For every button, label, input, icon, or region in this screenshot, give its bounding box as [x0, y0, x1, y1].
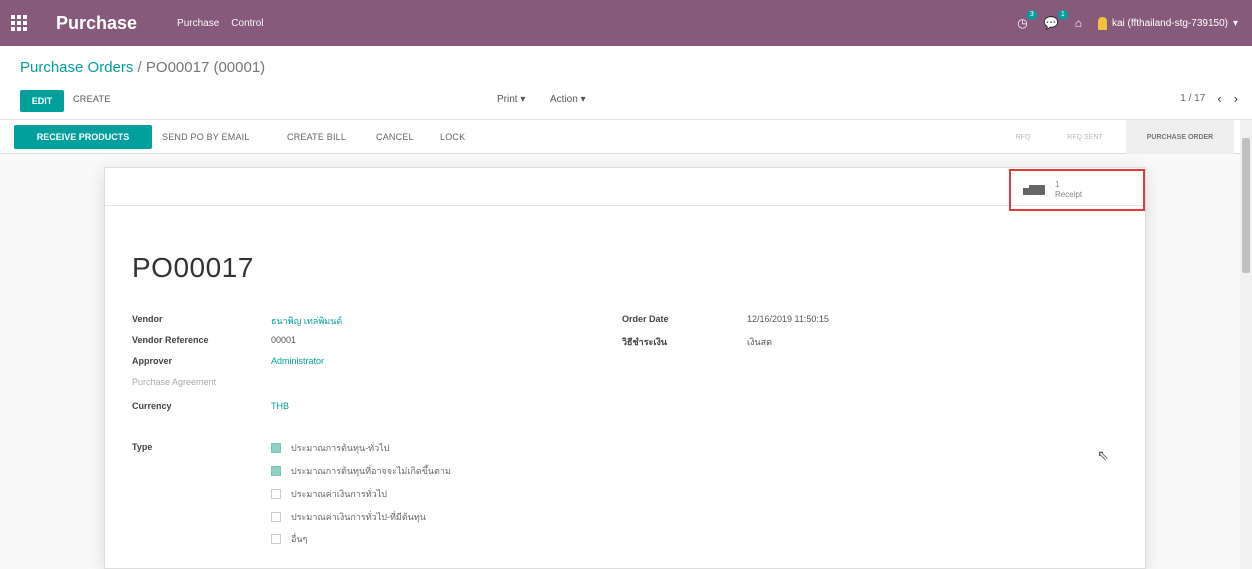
stage-rfq[interactable]: RFQ: [1002, 120, 1044, 154]
caret-down-icon: ▾: [1232, 17, 1238, 29]
receipt-count: 1: [1055, 180, 1060, 189]
payment-method-label: วิธีชำระเงิน: [622, 337, 667, 347]
action-dropdown[interactable]: Action ▾: [550, 94, 586, 105]
approver-field[interactable]: Administrator: [271, 356, 324, 366]
breadcrumb-purchase-orders[interactable]: Purchase Orders: [20, 59, 133, 76]
action-label: Action: [550, 94, 578, 105]
user-name: kai (ffthailand-stg-739150): [1111, 17, 1228, 29]
scrollbar-thumb[interactable]: [1242, 138, 1250, 273]
currency-label: Currency: [132, 401, 172, 411]
menu-control[interactable]: Control: [231, 18, 263, 29]
po-title: PO00017: [132, 252, 254, 283]
menu-purchase[interactable]: Purchase: [177, 18, 219, 29]
type-option-4[interactable]: ประมาณค่าเงินการทั่วไป-ที่มีต้นทุน: [271, 510, 426, 524]
approver-label: Approver: [132, 356, 173, 366]
vendor-reference-field[interactable]: 00001: [271, 335, 296, 345]
breadcrumb-separator: /: [133, 59, 146, 76]
activity-badge: 3: [1026, 10, 1037, 20]
type-checkbox-2[interactable]: [271, 466, 281, 476]
currency-field[interactable]: THB: [271, 401, 289, 411]
type-option-label-3: ประมาณค่าเงินการทั่วไป: [291, 489, 387, 499]
pager-value[interactable]: 1 / 17: [1180, 93, 1205, 104]
status-bar: RECEIVE PRODUCTS SEND PO BY EMAIL CREATE…: [0, 120, 1240, 154]
type-option-label-5: อื่นๆ: [291, 534, 308, 544]
create-bill-button[interactable]: CREATE BILL: [287, 132, 346, 142]
user-avatar: [1097, 16, 1107, 30]
order-date-field[interactable]: 12/16/2019 11:50:15: [747, 314, 829, 324]
user-menu[interactable]: kai (ffthailand-stg-739150) ▾: [1097, 16, 1238, 30]
stage-rfq-sent[interactable]: RFQ SENT: [1046, 120, 1124, 154]
type-option-label-2: ประมาณการต้นทุนที่อาจจะไม่เกิดขึ้นตาม: [291, 466, 451, 476]
type-checkbox-5[interactable]: [271, 534, 281, 544]
vendor-reference-label: Vendor Reference: [132, 335, 209, 345]
vendor-field[interactable]: ธนาพิญ เทล่พิมนด์: [271, 314, 342, 328]
messages-badge: 1: [1057, 10, 1068, 20]
apps-menu-icon[interactable]: [0, 0, 38, 46]
control-panel: Purchase Orders / PO00017 (00001) EDIT C…: [0, 46, 1252, 120]
home-icon[interactable]: ⌂: [1075, 16, 1082, 30]
pager: 1 / 17 ‹ ›: [1180, 92, 1238, 105]
type-option-5[interactable]: อื่นๆ: [271, 532, 307, 546]
print-label: Print: [497, 94, 518, 105]
type-option-2[interactable]: ประมาณการต้นทุนที่อาจจะไม่เกิดขึ้นตาม: [271, 464, 451, 478]
type-option-label-4: ประมาณค่าเงินการทั่วไป-ที่มีต้นทุน: [291, 512, 426, 522]
purchase-agreement-label: Purchase Agreement: [132, 377, 217, 387]
send-po-email-button[interactable]: SEND PO BY EMAIL: [162, 132, 250, 142]
type-option-1[interactable]: ประมาณการต้นทุน-ทั่วไป: [271, 441, 389, 455]
receipt-label: Receipt: [1055, 190, 1083, 199]
payment-method-field[interactable]: เงินสด: [747, 335, 772, 349]
cancel-button[interactable]: CANCEL: [376, 132, 414, 142]
type-label: Type: [132, 442, 153, 452]
stage-purchase-order[interactable]: PURCHASE ORDER: [1126, 120, 1234, 154]
smart-button-box: 1 Receipt: [105, 168, 1145, 211]
create-button[interactable]: CREATE: [73, 94, 111, 104]
mouse-cursor-icon: ⇖: [1097, 447, 1109, 463]
pager-previous-icon[interactable]: ‹: [1217, 92, 1221, 105]
pager-next-icon[interactable]: ›: [1234, 92, 1238, 105]
top-navbar: Purchase Purchase Control ◷ 3 💬 1 ⌂ kai (f…: [0, 0, 1252, 46]
lock-button[interactable]: LOCK: [440, 132, 465, 142]
type-option-3[interactable]: ประมาณค่าเงินการทั่วไป: [271, 487, 387, 501]
breadcrumb: Purchase Orders / PO00017 (00001): [20, 59, 265, 76]
page-scrollbar[interactable]: [1240, 120, 1252, 569]
print-dropdown[interactable]: Print ▾: [497, 94, 525, 105]
type-checkbox-3[interactable]: [271, 489, 281, 499]
form-sheet: 1 Receipt PO00017 Vendor ธนาพิญ เทล่พิมน…: [104, 167, 1146, 569]
receive-products-button[interactable]: RECEIVE PRODUCTS: [14, 125, 152, 149]
edit-button[interactable]: EDIT: [20, 90, 64, 112]
breadcrumb-current: PO00017 (00001): [145, 59, 266, 76]
type-checkbox-1[interactable]: [271, 443, 281, 453]
truck-icon: [1023, 185, 1045, 195]
activity-clock-icon[interactable]: ◷ 3: [1017, 10, 1037, 30]
receipt-smart-button[interactable]: 1 Receipt: [1009, 169, 1145, 211]
type-option-label-1: ประมาณการต้นทุน-ทั่วไป: [291, 443, 390, 453]
type-checkbox-4[interactable]: [271, 512, 281, 522]
messages-icon[interactable]: 💬 1: [1044, 10, 1068, 30]
app-brand: Purchase: [56, 12, 138, 33]
vendor-label: Vendor: [132, 314, 163, 324]
order-date-label: Order Date: [622, 314, 669, 324]
